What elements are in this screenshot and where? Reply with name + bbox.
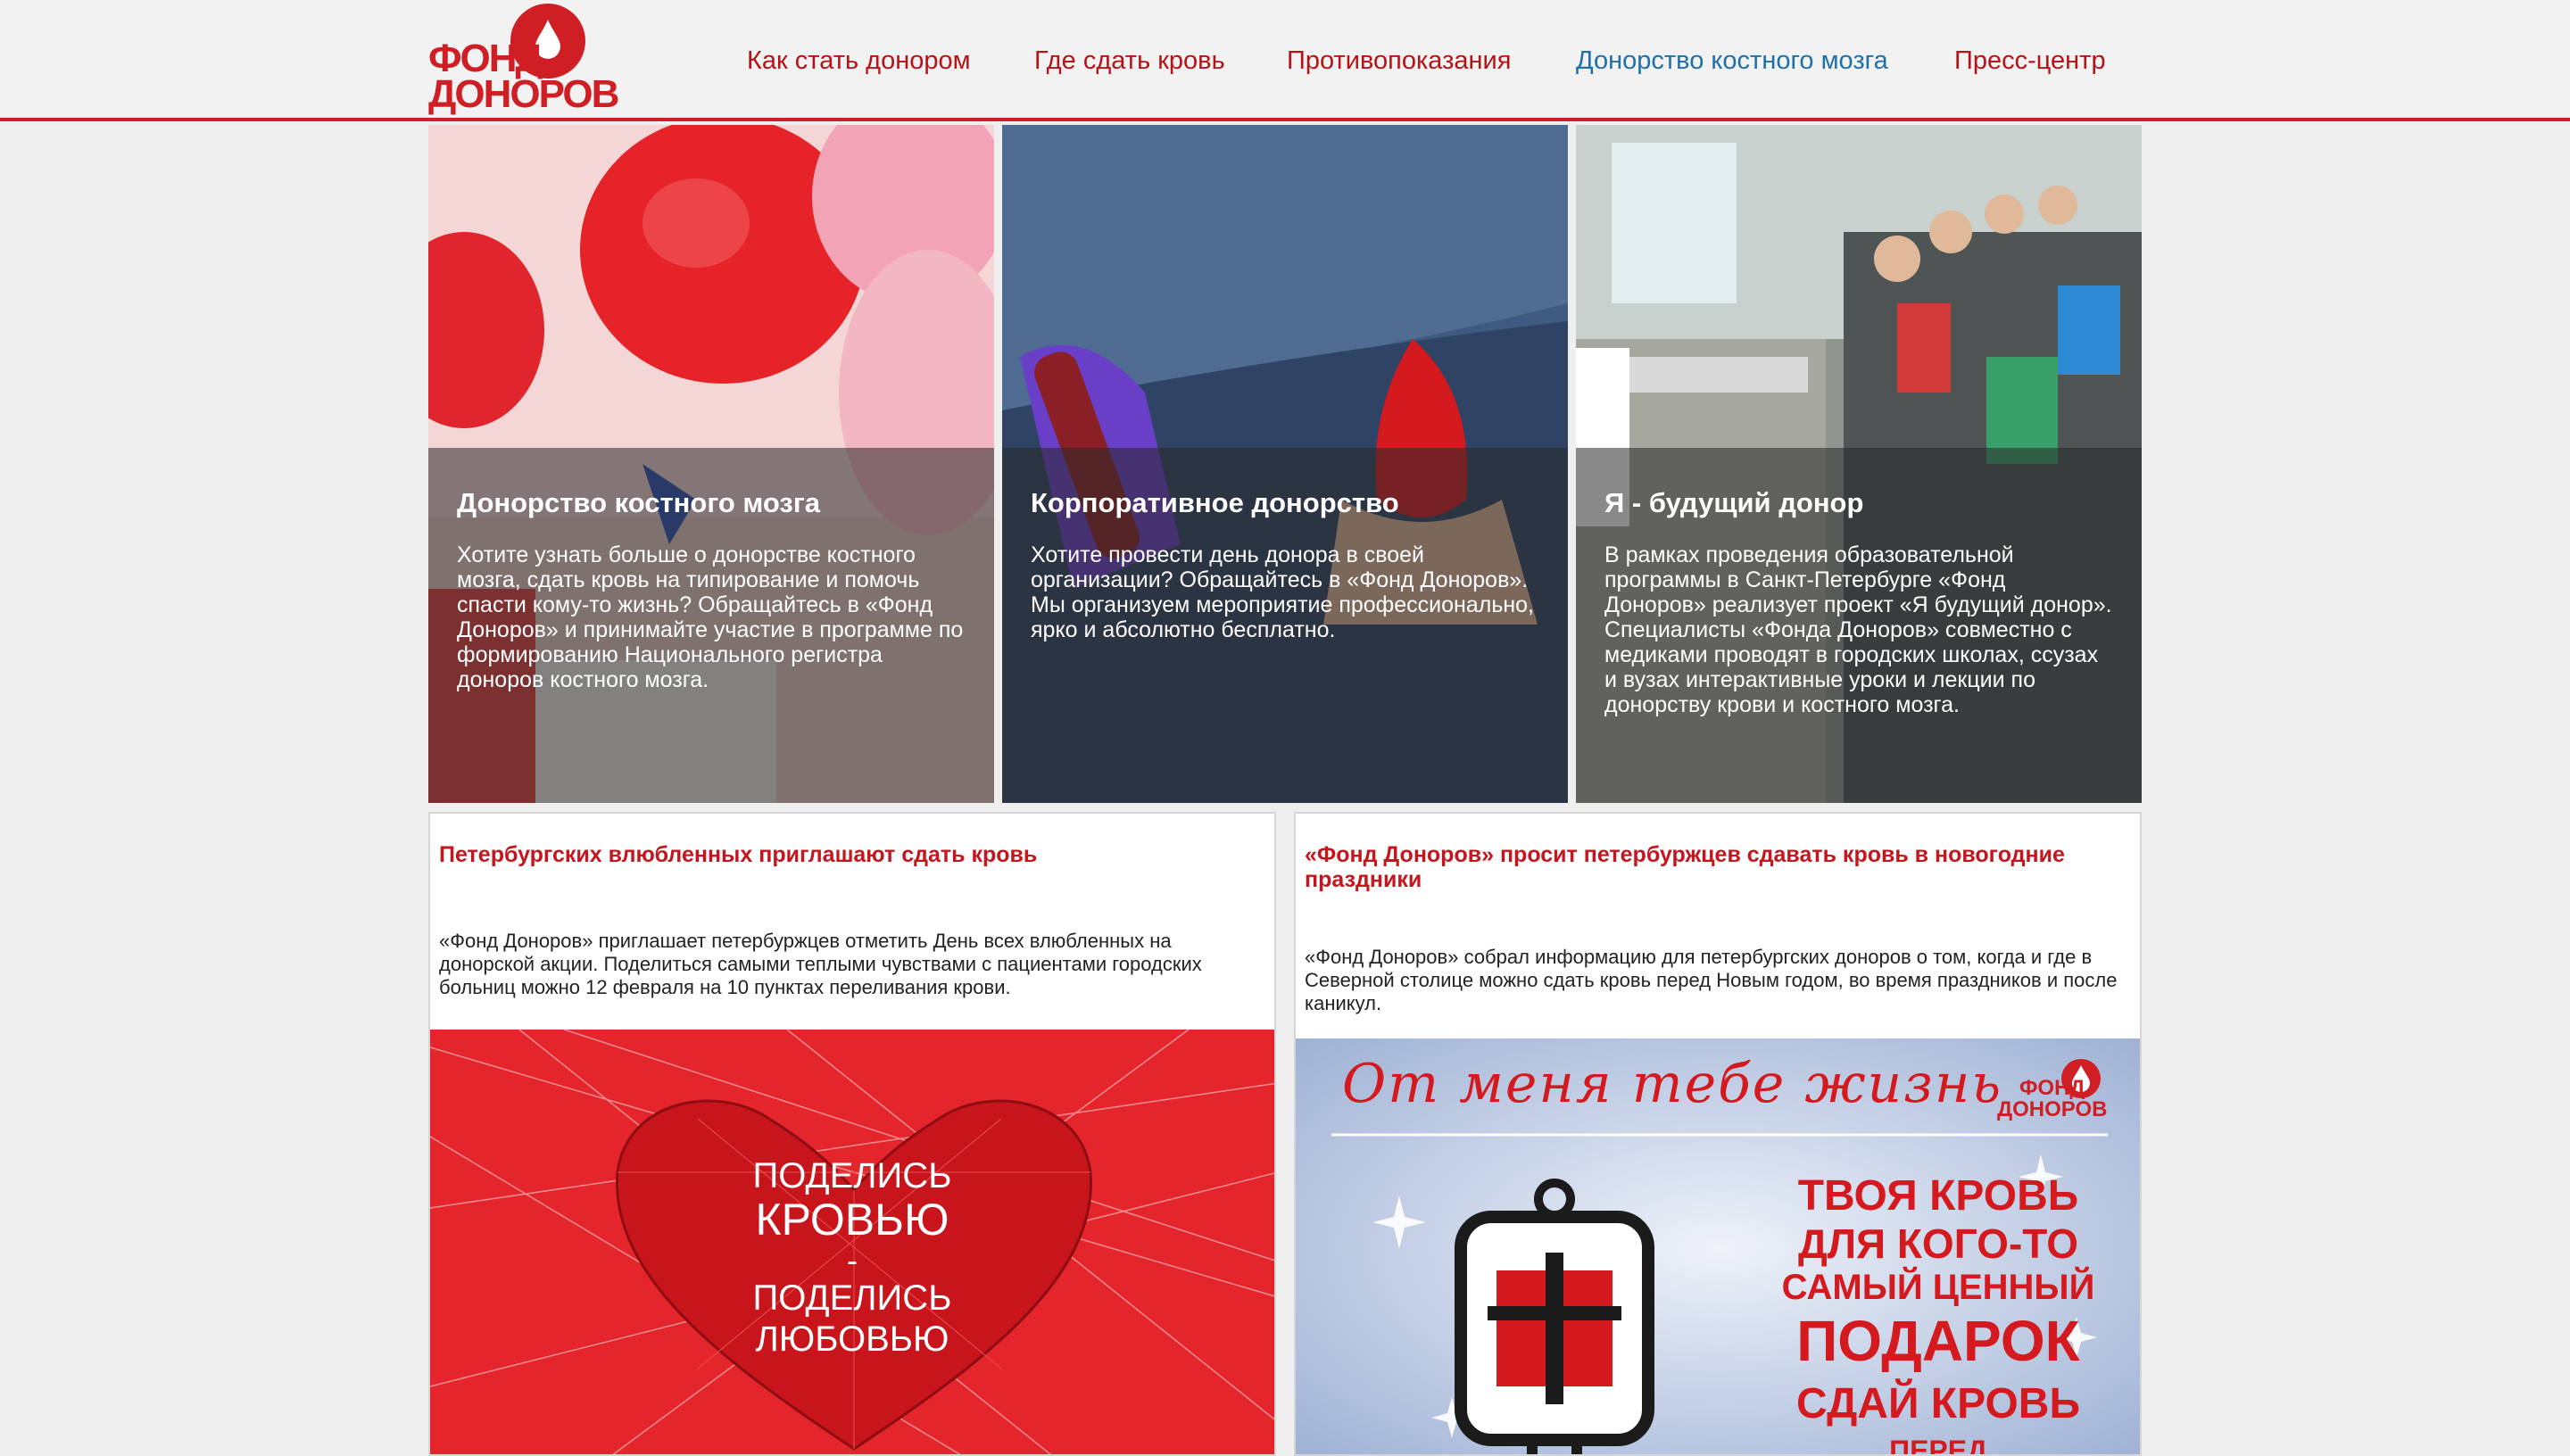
tile-caption: Корпоративное донорство Хотите провести … [1002,448,1568,803]
banner-slogan: ТВОЯ КРОВЬ ДЛЯ КОГО-ТО САМЫЙ ЦЕННЫЙ ПОДА… [1778,1172,2099,1454]
nav-bone-marrow-donation[interactable]: Донорство костного мозга [1576,43,1888,79]
banner-line: САМЫЙ ЦЕННЫЙ [1781,1268,2095,1307]
news-banner-heart[interactable]: ПОДЕЛИСЬ КРОВЬЮ - ПОДЕЛИСЬ ЛЮБОВЬЮ [430,1030,1274,1454]
banner-line: - [847,1242,858,1278]
tile-title[interactable]: Корпоративное донорство [1031,485,1539,521]
tile-description: Хотите провести день донора в своей орга… [1031,542,1535,642]
tile-future-donor[interactable]: Я - будущий донор В рамках проведения об… [1576,125,2142,803]
tile-description: В рамках проведения образовательной прог… [1604,542,2112,717]
nav-press-center[interactable]: Пресс-центр [1954,43,2106,79]
banner-line: КРОВЬЮ [755,1195,949,1245]
banner-line: ПОДЕЛИСЬ [752,1278,952,1318]
tile-title[interactable]: Донорство костного мозга [457,485,966,521]
banner-logo: ФОНД ДОНОРОВ [1997,1078,2107,1121]
banner-logo-word: ФОНД [2019,1076,2085,1100]
banner-slogan: ПОДЕЛИСЬ КРОВЬЮ - ПОДЕЛИСЬ ЛЮБОВЬЮ [430,1156,1274,1360]
blood-bag-gift-icon [1455,1179,1654,1454]
news-card-valentines[interactable]: Петербургских влюбленных приглашают сдат… [428,812,1276,1456]
news-lead: «Фонд Доноров» собрал информацию для пет… [1305,946,2118,1014]
banner-line: ПОДАРОК [1796,1309,2080,1373]
tile-corporate-donation[interactable]: Корпоративное донорство Хотите провести … [1002,125,1568,803]
tile-caption: Донорство костного мозга Хотите узнать б… [428,448,994,803]
news-title[interactable]: «Фонд Доноров» просит петербуржцев сдава… [1305,842,2131,892]
site-logo[interactable]: ФОНД ДОНОРОВ [427,4,619,114]
nav-contraindications[interactable]: Противопоказания [1287,43,1511,79]
site-header: ФОНД ДОНОРОВ Как стать донором Где сдать… [0,0,2570,121]
banner-logo-word: ДОНОРОВ [1997,1097,2108,1121]
nav-where-to-donate[interactable]: Где сдать кровь [1034,43,1225,79]
banner-line: ПЕРЕД ПРАЗДНИКАМИ [1889,1435,1987,1454]
logo-word-2: ДОНОРОВ [428,72,619,116]
banner-line: СДАЙ КРОВЬ [1796,1380,2080,1427]
news-lead: «Фонд Доноров» приглашает петербуржцев о… [439,930,1202,998]
news-card-new-year[interactable]: «Фонд Доноров» просит петербуржцев сдава… [1294,812,2142,1456]
banner-line: ДЛЯ КОГО-ТО [1797,1220,2079,1267]
tile-description: Хотите узнать больше о донорстве костног… [457,542,964,692]
banner-script-title: От меня тебе жизнь [1342,1053,2003,1115]
banner-line: ТВОЯ КРОВЬ [1797,1172,2079,1220]
tile-caption: Я - будущий донор В рамках проведения об… [1576,448,2142,803]
news-title[interactable]: Петербургских влюбленных приглашают сдат… [439,842,1265,867]
news-banner-gift[interactable]: От меня тебе жизнь ФОНД ДОНОРОВ ТВОЯ КРО… [1296,1038,2140,1454]
banner-line: ЛЮБОВЬЮ [755,1320,949,1359]
tile-title[interactable]: Я - будущий донор [1604,485,2113,521]
banner-line: ПОДЕЛИСЬ [752,1156,952,1195]
tile-bone-marrow[interactable]: Донорство костного мозга Хотите узнать б… [428,125,994,803]
nav-how-to-become-donor[interactable]: Как стать донором [747,43,971,79]
